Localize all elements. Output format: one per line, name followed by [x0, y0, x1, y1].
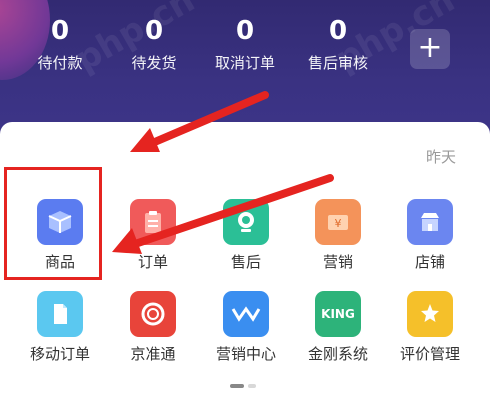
stat-aftersale-review[interactable]: 0 售后审核: [293, 14, 383, 74]
page-indicator: [230, 384, 256, 388]
app-label: 店铺: [414, 253, 445, 271]
ring-logo-icon: [130, 291, 176, 337]
webcam-icon: [223, 199, 269, 245]
document-icon: [37, 291, 83, 337]
app-label: 售后: [230, 253, 261, 271]
stat-value: 0: [50, 16, 70, 46]
app-tile-jingzhuntong[interactable]: 京准通: [108, 291, 198, 364]
wave-logo-icon: [223, 291, 269, 337]
app-label: 京准通: [130, 345, 176, 363]
app-tile-store[interactable]: 店铺: [385, 199, 475, 272]
app-label: 营销中心: [215, 345, 276, 363]
app-label: 金刚系统: [307, 345, 368, 363]
stat-pending-payment[interactable]: 0 待付款: [15, 14, 105, 74]
app-label: 评价管理: [399, 345, 460, 363]
app-tile-review-management[interactable]: 评价管理: [385, 291, 475, 364]
page-dot-active: [230, 384, 244, 388]
app-tile-aftersale[interactable]: 售后: [201, 199, 291, 272]
stat-value: 0: [235, 16, 255, 46]
stat-cancelled-orders[interactable]: 0 取消订单: [200, 14, 290, 74]
app-tile-king-system[interactable]: KING 金刚系统: [293, 291, 383, 364]
stat-pending-shipment[interactable]: 0 待发货: [109, 14, 199, 74]
stat-value: 0: [144, 16, 164, 46]
add-button[interactable]: +: [410, 29, 450, 69]
coupon-icon: ¥: [315, 199, 361, 245]
stat-label: 取消订单: [214, 54, 275, 72]
app-tile-marketing[interactable]: ¥ 营销: [293, 199, 383, 272]
date-label[interactable]: 昨天: [426, 146, 456, 167]
app-tile-orders[interactable]: 订单: [108, 199, 198, 272]
stat-value: 0: [328, 16, 348, 46]
app-label: 营销: [322, 253, 353, 271]
app-label: 移动订单: [29, 345, 90, 363]
store-icon: [407, 199, 453, 245]
stat-label: 待付款: [37, 54, 83, 72]
app-label: 订单: [137, 253, 168, 271]
stat-label: 售后审核: [307, 54, 368, 72]
clipboard-icon: [130, 199, 176, 245]
app-tile-mobile-orders[interactable]: 移动订单: [15, 291, 105, 364]
stat-label: 待发货: [131, 54, 177, 72]
svg-text:¥: ¥: [335, 217, 342, 230]
highlight-box: [4, 167, 102, 280]
king-logo-icon: KING: [315, 291, 361, 337]
star-chat-icon: [407, 291, 453, 337]
page-dot: [248, 384, 256, 388]
app-tile-marketing-center[interactable]: 营销中心: [201, 291, 291, 364]
